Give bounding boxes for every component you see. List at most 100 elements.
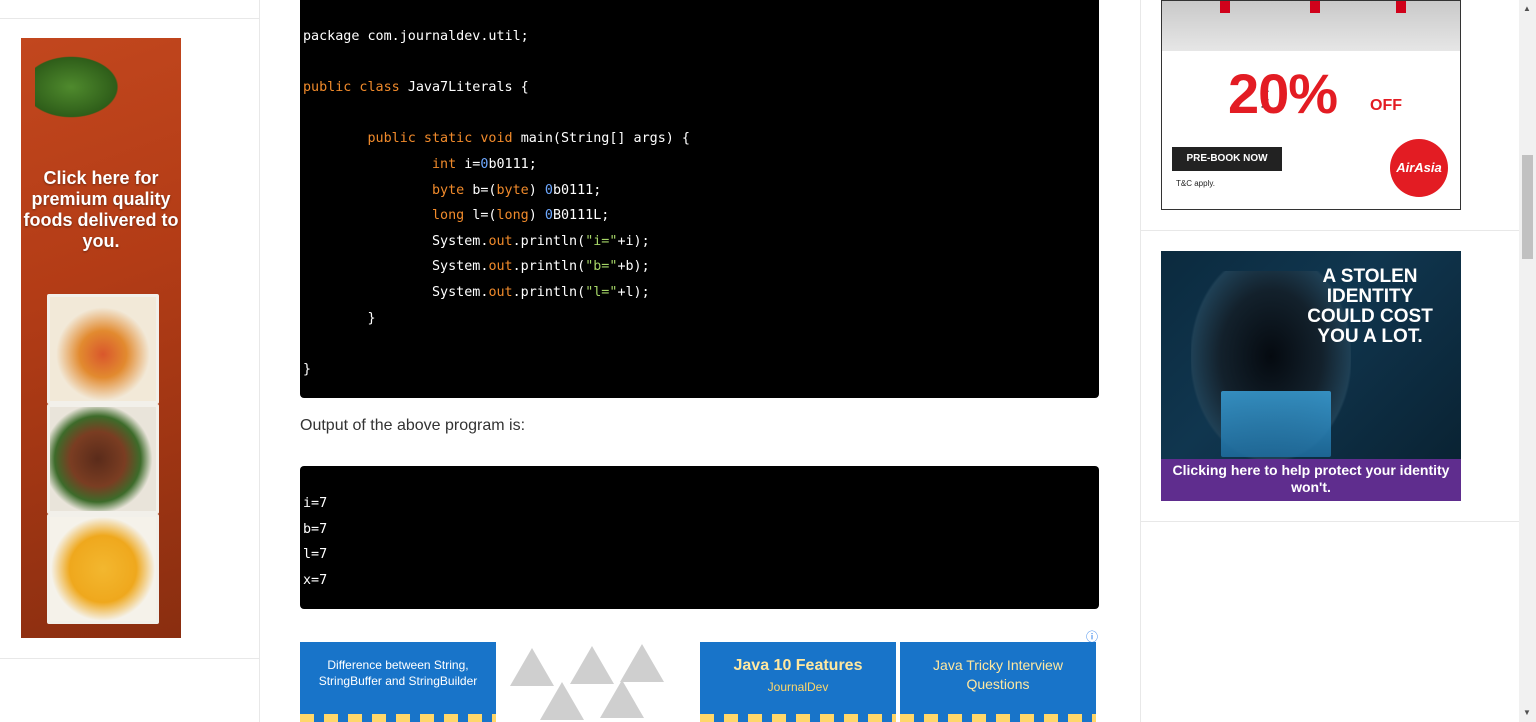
- code-token: i=: [464, 156, 481, 172]
- code-block: package com.journaldev.util; public class…: [300, 0, 1099, 398]
- code-token: +b);: [617, 259, 650, 275]
- scrollbar-thumb[interactable]: [1522, 155, 1533, 259]
- basil-leaf-image: [35, 52, 125, 122]
- code-token: "i=": [585, 233, 618, 249]
- code-token: System.: [432, 259, 489, 275]
- code-token: byte: [432, 182, 473, 198]
- code-token: 0: [544, 182, 553, 198]
- code-line: public static void main(String[] args) {: [303, 126, 691, 152]
- code-line: public class Java7Literals {: [303, 75, 690, 101]
- ad-card-string-buffer[interactable]: Difference between String, StringBuffer …: [300, 642, 496, 722]
- ad-headline: A STOLEN IDENTITY COULD COST YOU A LOT.: [1307, 266, 1433, 347]
- article-content: package com.journaldev.util; public class…: [260, 0, 1140, 722]
- seat-image: [1220, 1, 1230, 13]
- code-token: "b=": [585, 259, 618, 275]
- identity-theft-ad[interactable]: A STOLEN IDENTITY COULD COST YOU A LOT. …: [1161, 251, 1461, 501]
- code-token: b0111;: [552, 182, 602, 198]
- code-token: byte: [496, 182, 529, 198]
- code-line: }: [303, 357, 690, 383]
- ad-card-stripe: [900, 714, 1096, 722]
- code-line: int i=0b0111;: [303, 152, 690, 178]
- airasia-logo: AirAsia: [1390, 139, 1448, 197]
- code-token: ): [528, 182, 545, 198]
- ad-card-stripe: [300, 714, 496, 722]
- code-token: "l=": [585, 284, 618, 300]
- code-token: ): [528, 208, 545, 224]
- food-ad-text: Click here for premium quality foods del…: [23, 168, 179, 251]
- code-token: public static void: [367, 131, 521, 147]
- output-line: l=7: [303, 547, 328, 563]
- divider: [0, 658, 259, 659]
- seat-image: [1396, 1, 1406, 13]
- output-code-block: i=7 b=7 l=7 x=7: [300, 466, 1099, 609]
- related-ads-strip: ⓘ Difference between String, StringBuffe…: [300, 630, 1098, 722]
- code-token: .println(: [512, 233, 586, 249]
- airasia-ad[interactable]: UPTO 20% OFF PRE-BOOK NOW T&C apply. Air…: [1161, 0, 1461, 210]
- ad-card-java10-features[interactable]: Java 10 Features JournalDev: [700, 642, 896, 722]
- output-line: i=7: [303, 496, 328, 511]
- code-token: B0111L;: [552, 208, 610, 224]
- food-tray-image: [47, 404, 159, 514]
- code-token: b=(: [472, 182, 497, 198]
- code-token: long: [496, 208, 529, 224]
- ad-card-java-tricky-questions[interactable]: Java Tricky Interview Questions: [900, 642, 1096, 722]
- page-scrollbar[interactable]: ▲ ▼: [1519, 0, 1536, 722]
- laptop-image: [1221, 391, 1331, 457]
- left-sidebar: Click here for premium quality foods del…: [0, 0, 260, 722]
- output-line: b=7: [303, 521, 328, 537]
- code-token: package com.journaldev.util;: [303, 29, 529, 44]
- scroll-down-icon[interactable]: ▼: [1523, 708, 1531, 717]
- prebook-button[interactable]: PRE-BOOK NOW: [1172, 147, 1282, 171]
- divider: [1141, 521, 1521, 522]
- code-token: .println(: [512, 284, 586, 300]
- promo-off: OFF: [1370, 97, 1402, 114]
- ad-card-title: Difference between String, StringBuffer …: [318, 658, 478, 688]
- code-token: b0111;: [488, 156, 537, 172]
- code-token: out: [488, 233, 513, 249]
- airplane-seats-image: [1162, 1, 1460, 51]
- code-line: System.out.println("l="+l);: [303, 280, 690, 306]
- pyramid-pattern-image: [540, 682, 584, 720]
- right-sidebar: UPTO 20% OFF PRE-BOOK NOW T&C apply. Air…: [1140, 0, 1521, 722]
- code-token: System.: [432, 284, 489, 300]
- code-token: public class: [303, 80, 408, 96]
- code-line: long l=(long) 0B0111L;: [303, 203, 690, 229]
- code-line: System.out.println("i="+i);: [303, 229, 690, 255]
- pyramid-pattern-image: [600, 680, 644, 718]
- output-text: i=7 b=7 l=7 x=7: [303, 491, 327, 593]
- ad-cta-band: Clicking here to help protect your ident…: [1161, 459, 1461, 501]
- code-token: .println(: [512, 259, 586, 275]
- pyramid-pattern-image: [570, 646, 614, 684]
- code-token: int: [432, 156, 465, 172]
- code-token: }: [303, 361, 312, 377]
- code-token: long: [432, 208, 473, 224]
- divider: [1141, 230, 1521, 231]
- code-token: System.: [432, 233, 489, 249]
- code-line: System.out.println("b="+b);: [303, 254, 690, 280]
- code-token: main(String[] args) {: [520, 131, 690, 147]
- code-text: package com.journaldev.util; public class…: [303, 24, 690, 382]
- output-line: x=7: [303, 572, 328, 588]
- code-token: +l);: [617, 284, 650, 300]
- code-token: Java7Literals {: [407, 80, 529, 96]
- divider: [0, 18, 259, 19]
- code-token: 0: [544, 208, 553, 224]
- code-token: out: [488, 284, 513, 300]
- code-token: l=(: [472, 208, 497, 224]
- code-token: +i);: [617, 233, 650, 249]
- code-token: }: [367, 310, 376, 326]
- journaldev-logo: JournalDev: [767, 680, 829, 694]
- code-line: }: [303, 306, 690, 332]
- code-token: out: [488, 259, 513, 275]
- food-delivery-ad[interactable]: Click here for premium quality foods del…: [21, 38, 181, 638]
- code-line: package com.journaldev.util;: [303, 24, 690, 50]
- scroll-up-icon[interactable]: ▲: [1523, 4, 1531, 13]
- promo-percent: 20%: [1228, 62, 1338, 125]
- terms-text: T&C apply.: [1176, 179, 1215, 188]
- pyramid-pattern-image: [620, 644, 664, 682]
- food-tray-image: [47, 514, 159, 624]
- ad-card-pyramid-patterns[interactable]: [500, 642, 696, 722]
